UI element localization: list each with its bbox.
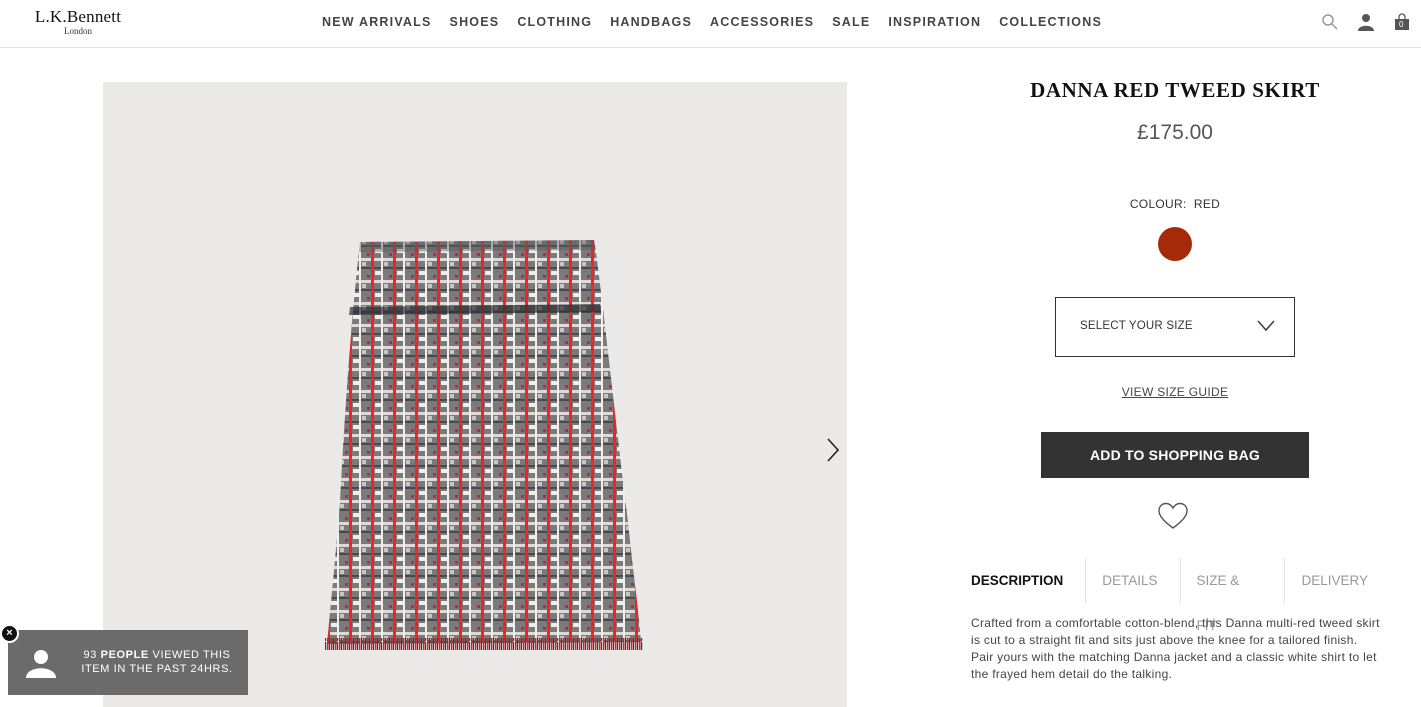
- tab-description[interactable]: DESCRIPTION: [971, 558, 1085, 603]
- tab-details[interactable]: DETAILS: [1085, 558, 1179, 603]
- product-title: DANNA RED TWEED SKIRT: [1030, 78, 1320, 102]
- nav-inspiration[interactable]: INSPIRATION: [888, 15, 981, 29]
- chevron-down-icon: [1257, 320, 1275, 332]
- colour-value: RED: [1193, 197, 1221, 211]
- recently-viewed-popup: 93 PEOPLE VIEWED THIS ITEM IN THE PAST 2…: [8, 630, 248, 695]
- brand-city: London: [64, 26, 92, 36]
- next-image-arrow[interactable]: [822, 436, 842, 464]
- viewer-people-label: PEOPLE: [100, 649, 149, 661]
- add-to-bag-button[interactable]: ADD TO SHOPPING BAG: [1041, 432, 1309, 478]
- nav-handbags[interactable]: HANDBAGS: [610, 15, 692, 29]
- nav-accessories[interactable]: ACCESSORIES: [710, 15, 814, 29]
- person-icon: [26, 650, 56, 678]
- close-icon[interactable]: ×: [0, 624, 19, 643]
- wishlist-heart-icon[interactable]: [1158, 502, 1188, 530]
- nav-shoes[interactable]: SHOES: [450, 15, 500, 29]
- bag-count: 0: [1399, 20, 1404, 29]
- brand-name: L.K.Bennett: [34, 7, 122, 26]
- product-price: £175.00: [1137, 121, 1213, 144]
- site-header: L.K.Bennett London NEW ARRIVALS SHOES CL…: [0, 0, 1421, 48]
- product-description: Crafted from a comfortable cotton-blend,…: [971, 616, 1380, 681]
- nav-clothing[interactable]: CLOTHING: [517, 15, 592, 29]
- brand-logo[interactable]: L.K.Bennett London: [23, 8, 133, 37]
- product-image-gallery[interactable]: [103, 82, 847, 707]
- nav-new-arrivals[interactable]: NEW ARRIVALS: [322, 15, 432, 29]
- nav-sale[interactable]: SALE: [832, 15, 870, 29]
- main-nav: NEW ARRIVALS SHOES CLOTHING HANDBAGS ACC…: [322, 15, 1120, 29]
- nav-collections[interactable]: COLLECTIONS: [999, 15, 1102, 29]
- tab-delivery[interactable]: DELIVERY: [1284, 558, 1390, 603]
- header-icons: 0: [1321, 13, 1411, 31]
- popup-message: 93 PEOPLE VIEWED THIS ITEM IN THE PAST 2…: [72, 648, 242, 676]
- size-guide-link[interactable]: VIEW SIZE GUIDE: [960, 385, 1390, 399]
- shopping-bag-icon[interactable]: 0: [1393, 13, 1411, 31]
- tab-size-fit[interactable]: SIZE & FIT: [1179, 558, 1285, 633]
- size-select-label: SELECT YOUR SIZE: [1080, 320, 1193, 332]
- search-icon[interactable]: [1321, 13, 1339, 31]
- colour-label-text: COLOUR:: [1129, 197, 1187, 211]
- size-select[interactable]: SELECT YOUR SIZE: [1055, 297, 1295, 357]
- viewer-count: 93: [83, 649, 97, 661]
- colour-label: COLOUR: RED: [960, 197, 1390, 211]
- colour-swatch-red[interactable]: [1158, 227, 1192, 261]
- account-icon[interactable]: [1357, 13, 1375, 31]
- product-info-tabs: DESCRIPTION DETAILS SIZE & FIT DELIVERY: [971, 558, 1390, 633]
- product-image: [325, 240, 643, 650]
